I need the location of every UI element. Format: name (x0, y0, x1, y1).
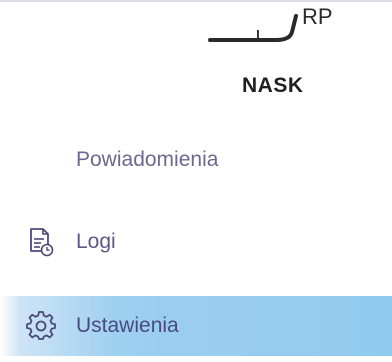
log-file-icon (26, 227, 56, 257)
sidebar-item-label: Ustawienia (76, 314, 179, 337)
gear-icon (26, 311, 56, 341)
logo-nask-text: NASK (242, 74, 304, 97)
top-border (0, 0, 392, 2)
sidebar-item-ustawienia[interactable]: Ustawienia (0, 296, 392, 356)
bell-icon (26, 145, 56, 175)
sidebar-item-label: Powiadomienia (76, 148, 219, 171)
logo-rp-text: RP (302, 4, 333, 29)
sidebar-item-label: Logi (76, 230, 116, 253)
sidebar-item-powiadomienia[interactable]: Powiadomienia (0, 130, 392, 190)
brand-logo: RP NASK (190, 4, 360, 104)
sidebar-item-logi[interactable]: Logi (0, 212, 392, 272)
